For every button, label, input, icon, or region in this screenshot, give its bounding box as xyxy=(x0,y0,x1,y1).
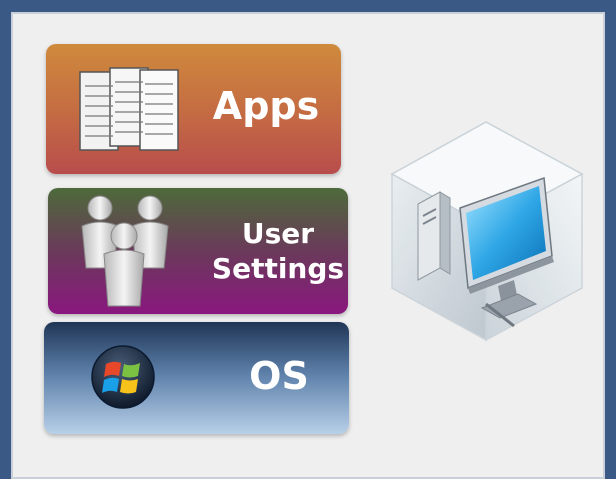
users-icon xyxy=(81,195,169,307)
user-settings-label-line1: User xyxy=(241,217,315,250)
virtual-machine-cube-icon xyxy=(390,121,584,342)
apps-layer: Apps xyxy=(46,44,341,174)
user-settings-layer: User Settings xyxy=(48,188,348,314)
user-settings-label-line2: Settings xyxy=(211,252,345,285)
windows-logo-icon xyxy=(91,345,155,409)
documents-icon xyxy=(79,67,179,151)
os-label: OS xyxy=(249,354,309,398)
apps-label: Apps xyxy=(212,84,320,128)
user-settings-label: User Settings xyxy=(208,216,348,286)
os-layer: OS xyxy=(44,322,349,434)
